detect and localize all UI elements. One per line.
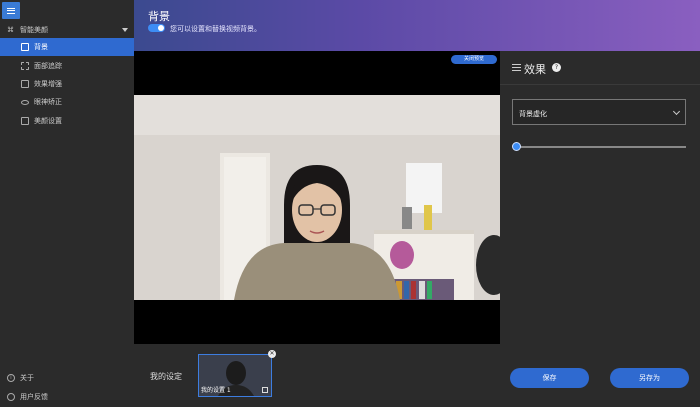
close-preview-button[interactable]: 关闭预览: [451, 55, 497, 64]
effects-panel: 效果 ? 背景虚化 保存 另存为: [500, 51, 700, 407]
feedback-icon: [7, 393, 15, 401]
close-icon[interactable]: ✕: [268, 350, 276, 358]
panel-title: 效果: [524, 63, 546, 76]
settings-icon: [21, 117, 29, 125]
hamburger-icon: [7, 7, 15, 14]
presets-label: 我的设定: [150, 372, 182, 381]
eye-icon: [21, 99, 29, 105]
beauty-icon: ⌘: [7, 26, 14, 34]
menu-button[interactable]: [2, 2, 20, 19]
header-banner: 背景 您可以设置和替换视频背景。: [134, 0, 700, 51]
presets-bar: 我的设定 我的设置 1 ✕: [134, 344, 500, 407]
help-icon[interactable]: ?: [552, 63, 561, 72]
sidebar-item-face-tracking[interactable]: 面部追踪: [0, 57, 134, 75]
footer-item-label: 用户反馈: [20, 393, 48, 401]
sidebar-item-eye-correction[interactable]: 眼神矫正: [0, 93, 134, 111]
footer-item-label: 关于: [20, 374, 34, 382]
page-title: 背景: [148, 10, 170, 23]
chevron-down-icon: [122, 28, 128, 32]
save-as-button[interactable]: 另存为: [610, 368, 689, 388]
sidebar-item-background[interactable]: 背景: [0, 38, 134, 56]
sidebar-item-feedback[interactable]: 用户反馈: [0, 390, 134, 404]
banner-description: 您可以设置和替换视频背景。: [170, 25, 261, 33]
sidebar-section-label: 智能美颜: [20, 26, 48, 34]
blur-slider-track[interactable]: [516, 146, 686, 148]
sidebar-item-label: 背景: [34, 43, 48, 51]
sidebar-item-enhance[interactable]: 效果增强: [0, 75, 134, 93]
chevron-down-icon: [672, 107, 681, 116]
enhance-icon: [21, 80, 29, 88]
edit-icon[interactable]: [262, 387, 268, 393]
sidebar-item-label: 美颜设置: [34, 117, 62, 125]
face-tracking-icon: [21, 62, 29, 70]
camera-feed: [134, 95, 500, 300]
app-window: ⌘ 智能美颜 背景 面部追踪 效果增强 眼神矫正 美颜设置 i 关于 用户反馈 …: [0, 0, 700, 407]
blur-slider-thumb[interactable]: [512, 142, 521, 151]
save-button[interactable]: 保存: [510, 368, 589, 388]
preset-card[interactable]: 我的设置 1: [198, 354, 272, 397]
background-toggle[interactable]: [148, 24, 165, 32]
sidebar: ⌘ 智能美颜 背景 面部追踪 效果增强 眼神矫正 美颜设置 i 关于 用户反馈: [0, 0, 134, 407]
sliders-icon: [512, 64, 521, 71]
camera-feed-image: [134, 95, 500, 300]
sidebar-section-smart-beauty[interactable]: ⌘ 智能美颜: [0, 22, 134, 38]
sidebar-item-label: 眼神矫正: [34, 98, 62, 106]
panel-header: 效果 ?: [500, 51, 700, 85]
sidebar-item-label: 面部追踪: [34, 62, 62, 70]
sidebar-item-beauty-settings[interactable]: 美颜设置: [0, 112, 134, 130]
video-preview: 关闭预览: [134, 51, 500, 344]
sidebar-item-about[interactable]: i 关于: [0, 371, 134, 385]
preset-name: 我的设置 1: [201, 387, 231, 394]
image-icon: [21, 43, 29, 51]
effect-select[interactable]: 背景虚化: [512, 99, 686, 125]
effect-select-value: 背景虚化: [519, 110, 547, 118]
sidebar-item-label: 效果增强: [34, 80, 62, 88]
info-icon: i: [7, 374, 15, 382]
